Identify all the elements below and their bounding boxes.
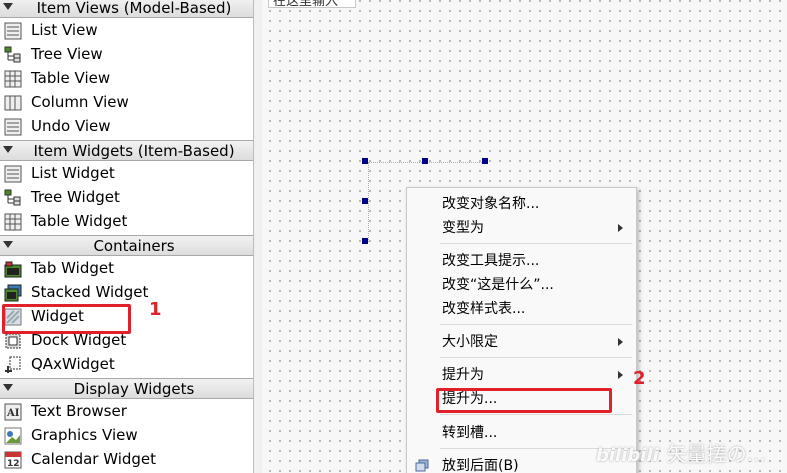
widget-item-label: QAxWidget <box>31 355 115 373</box>
svg-text:AI: AI <box>6 408 20 419</box>
undo-view-icon <box>4 118 22 136</box>
menu-item-size-constraints[interactable]: 大小限定 <box>407 330 636 354</box>
menu-separator <box>440 414 632 415</box>
list-view-icon <box>4 22 22 40</box>
category-item-widgets[interactable]: Item Widgets (Item-Based) <box>0 140 253 161</box>
menu-item-change-object-name[interactable]: 改变对象名称... <box>407 192 636 216</box>
category-label: Containers <box>93 237 175 255</box>
stacked-widget-icon <box>4 284 22 302</box>
category-label: Display Widgets <box>73 380 195 398</box>
highlight-box-widget <box>2 304 131 334</box>
widget-item-label: Table View <box>31 69 111 87</box>
widget-item-text-browser[interactable]: AI Text Browser <box>0 400 253 424</box>
resize-handle[interactable] <box>362 238 368 244</box>
widget-item-label: List View <box>31 21 98 39</box>
widget-item-tab-widget[interactable]: Tab Widget <box>0 257 253 281</box>
collapse-arrow-icon <box>3 146 13 153</box>
widget-item-label: Table Widget <box>31 212 128 230</box>
submenu-arrow-icon <box>618 224 623 232</box>
widget-item-tree-widget[interactable]: Tree Widget <box>0 186 253 210</box>
calendar-icon: 12 <box>4 451 22 469</box>
menu-item-change-whats-this[interactable]: 改变“这是什么”... <box>407 273 636 297</box>
widget-item-label: Tab Widget <box>31 259 114 277</box>
menu-separator <box>440 243 632 244</box>
menu-separator <box>440 324 632 325</box>
widget-item-table-widget[interactable]: Table Widget <box>0 210 253 234</box>
menu-item-morph-into[interactable]: 变型为 <box>407 216 636 240</box>
send-to-back-icon <box>415 459 429 472</box>
menubar-type-here[interactable]: 在这里输入 <box>268 0 356 8</box>
category-label: Item Widgets (Item-Based) <box>33 142 235 160</box>
widget-item-label: Text Browser <box>31 402 127 420</box>
annotation-step-2: 2 <box>633 368 646 389</box>
highlight-box-promote-to <box>436 388 612 413</box>
widget-item-calendar-widget[interactable]: 12 Calendar Widget <box>0 448 253 472</box>
tree-view-icon <box>4 46 21 63</box>
widget-item-table-view[interactable]: Table View <box>0 67 253 91</box>
widget-item-graphics-view[interactable]: Graphics View <box>0 424 253 448</box>
tab-widget-icon <box>4 261 22 278</box>
widget-item-list-widget[interactable]: List Widget <box>0 162 253 186</box>
widget-item-label: Calendar Widget <box>31 450 157 468</box>
category-display-widgets[interactable]: Display Widgets <box>0 378 253 399</box>
widget-item-label: Tree Widget <box>31 188 120 206</box>
watermark-text: 矢量搓の... <box>666 442 766 466</box>
widget-item-stacked-widget[interactable]: Stacked Widget <box>0 281 253 305</box>
menu-item-change-tooltip[interactable]: 改变工具提示... <box>407 249 636 273</box>
menu-separator <box>440 357 632 358</box>
collapse-arrow-icon <box>3 384 13 391</box>
widget-item-column-view[interactable]: Column View <box>0 91 253 115</box>
annotation-step-1: 1 <box>149 299 162 320</box>
widget-item-tree-view[interactable]: Tree View <box>0 43 253 67</box>
widget-item-label: Undo View <box>31 117 111 135</box>
category-item-views[interactable]: Item Views (Model-Based) <box>0 0 253 18</box>
widget-item-list-view[interactable]: List View <box>0 19 253 43</box>
widget-item-label: Column View <box>31 93 129 111</box>
category-label: Item Views (Model-Based) <box>36 0 232 17</box>
context-menu: 改变对象名称... 变型为 改变工具提示... 改变“这是什么”... 改变样式… <box>406 187 637 473</box>
dock-widget-icon <box>5 333 21 349</box>
table-view-icon <box>4 70 22 88</box>
table-widget-icon <box>4 213 22 231</box>
submenu-arrow-icon <box>618 338 623 346</box>
collapse-arrow-icon <box>3 3 13 10</box>
menu-item-promote-to-submenu[interactable]: 提升为 <box>407 363 636 387</box>
graphics-view-icon <box>4 427 22 445</box>
column-view-icon <box>4 95 22 111</box>
widget-box-panel: Item Views (Model-Based) List View Tree … <box>0 0 254 473</box>
qaxwidget-icon <box>5 356 21 373</box>
svg-text:12: 12 <box>7 459 20 469</box>
text-browser-icon: AI <box>4 403 22 421</box>
submenu-arrow-icon <box>618 371 623 379</box>
collapse-arrow-icon <box>3 241 13 248</box>
resize-handle[interactable] <box>482 158 488 164</box>
category-containers[interactable]: Containers <box>0 235 253 256</box>
menu-item-change-stylesheet[interactable]: 改变样式表... <box>407 297 636 321</box>
resize-handle[interactable] <box>362 158 368 164</box>
widget-item-label: List Widget <box>31 164 115 182</box>
widget-item-label: Graphics View <box>31 426 138 444</box>
tree-widget-icon <box>4 189 21 206</box>
resize-handle[interactable] <box>422 158 428 164</box>
bilibili-logo: bilibili <box>596 445 659 466</box>
resize-handle[interactable] <box>362 198 368 204</box>
widget-item-label: Tree View <box>31 45 103 63</box>
watermark: bilibili 矢量搓の... <box>596 438 766 467</box>
widget-item-undo-view[interactable]: Undo View <box>0 115 253 139</box>
widget-item-qaxwidget[interactable]: QAxWidget <box>0 353 253 377</box>
list-widget-icon <box>4 165 22 183</box>
widget-item-label: Stacked Widget <box>31 283 149 301</box>
